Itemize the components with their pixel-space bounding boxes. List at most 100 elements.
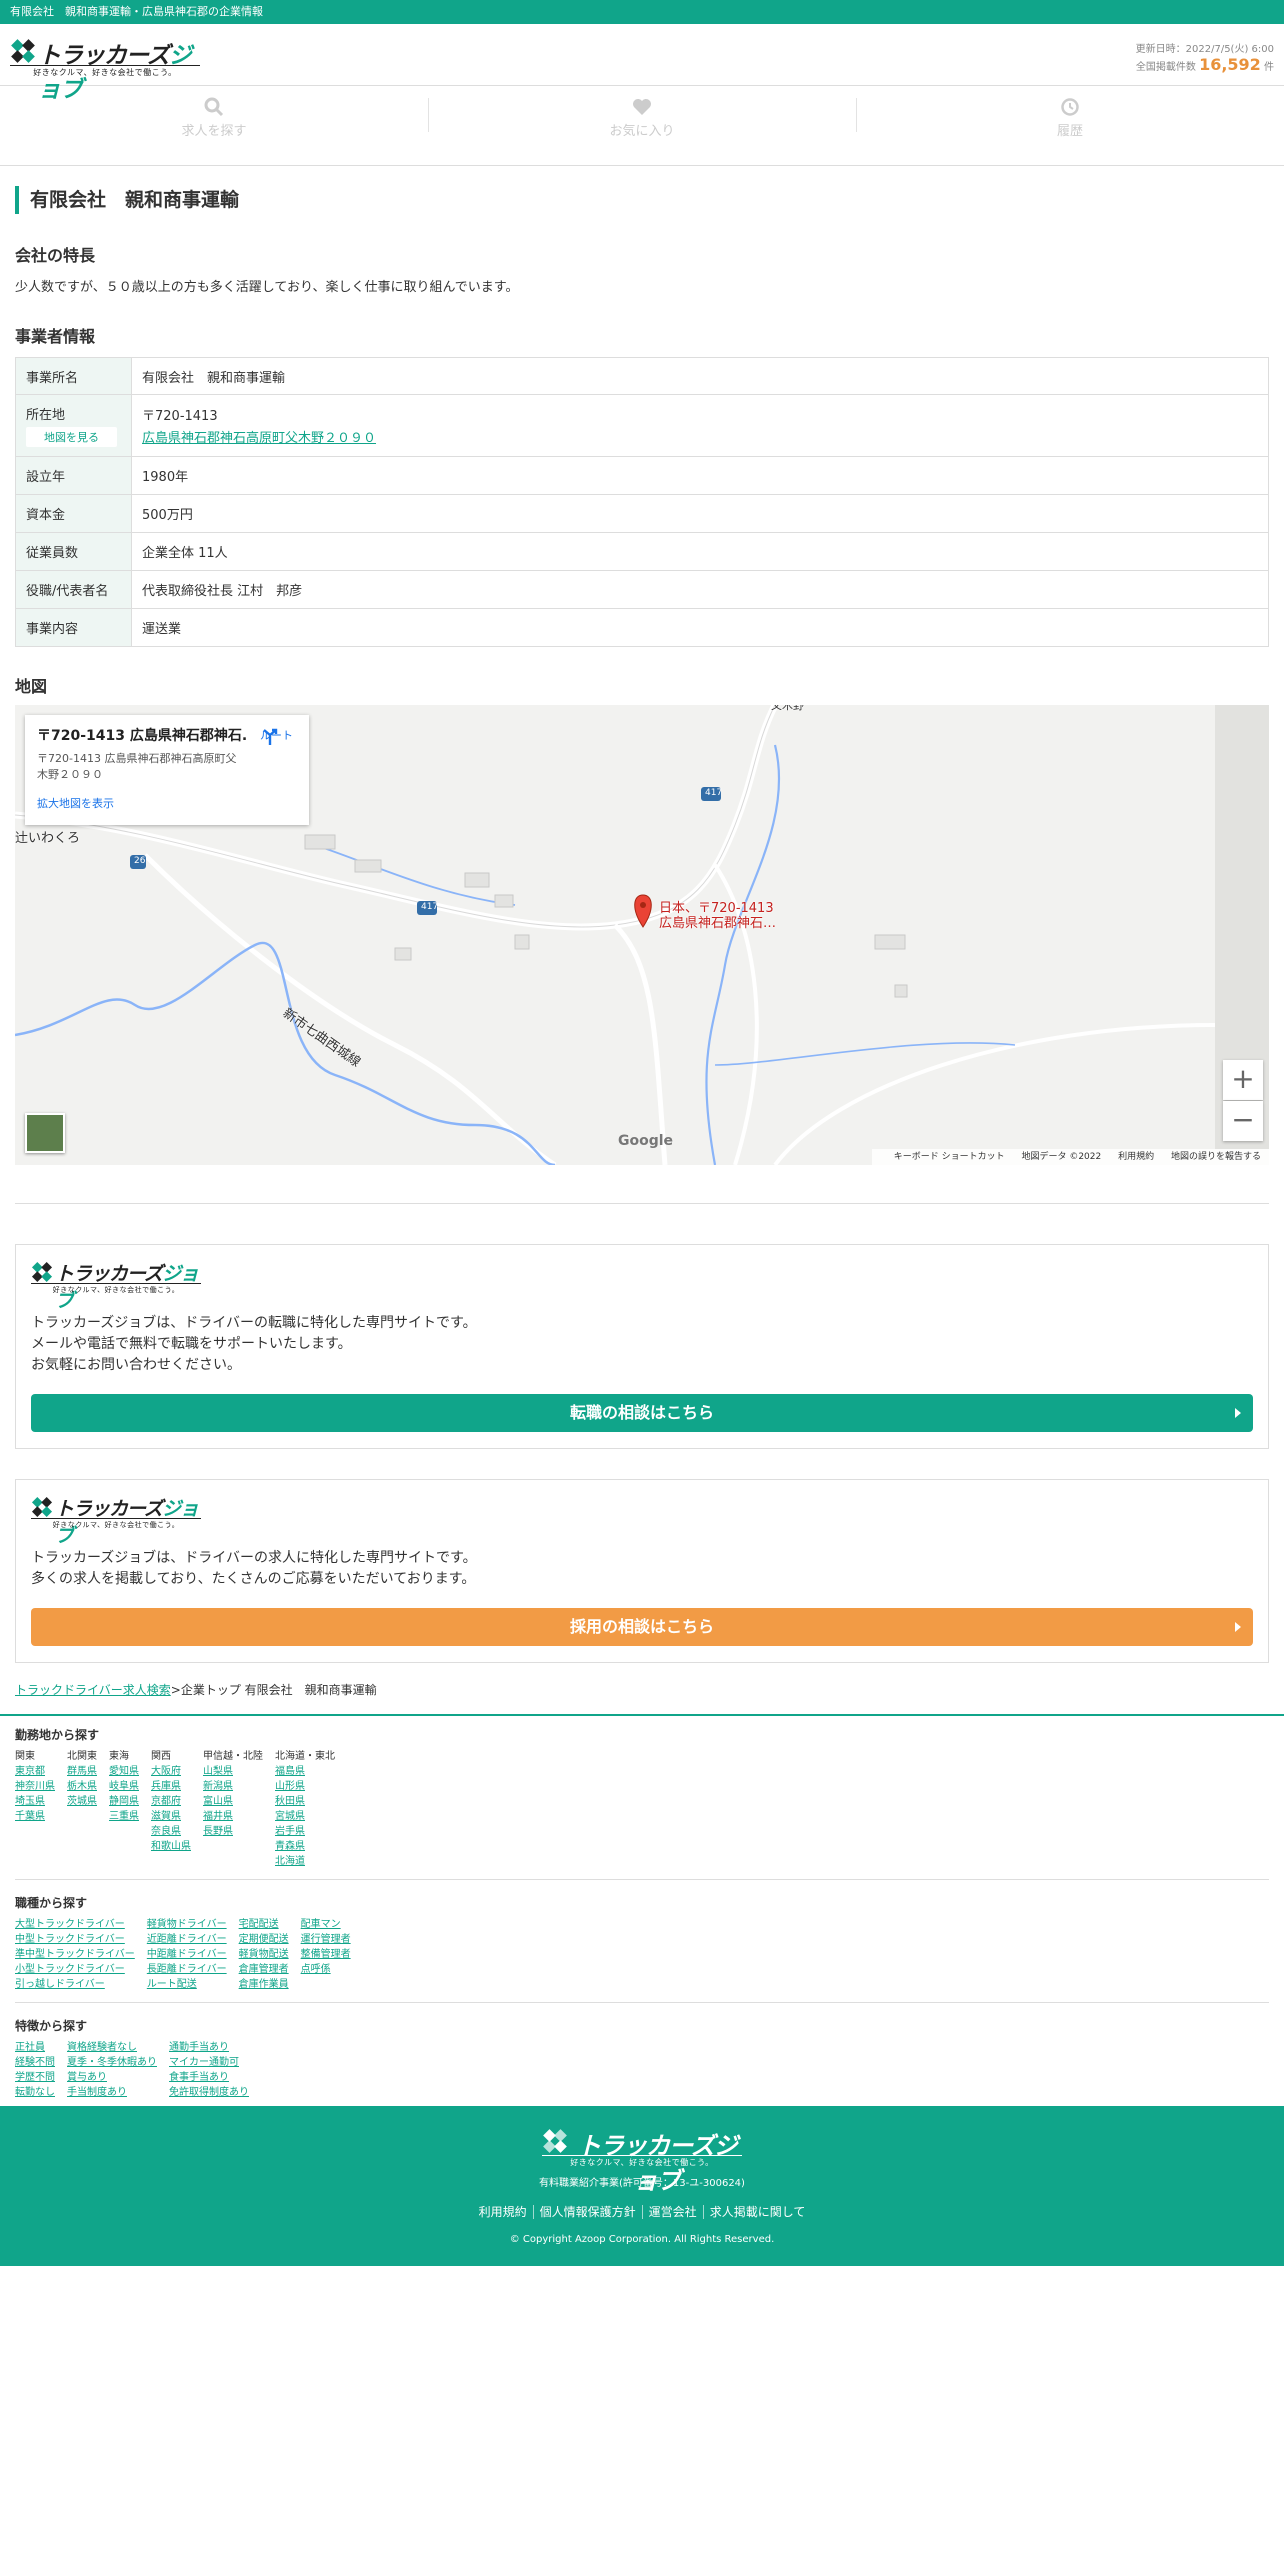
footer-link[interactable]: ルート配送 [147,1977,227,1992]
footer-link[interactable]: 岐阜県 [109,1779,139,1794]
footer-link[interactable]: 千葉県 [15,1809,55,1824]
career-consult-button[interactable]: 転職の相談はこちら [31,1394,1253,1432]
footer-link[interactable]: 東京都 [15,1764,55,1779]
footer-link[interactable]: 宅配配送 [239,1917,289,1932]
footer-link[interactable]: 富山県 [203,1794,263,1809]
footer-link[interactable]: 軽貨物ドライバー [147,1917,227,1932]
footer-link[interactable]: 中型トラックドライバー [15,1932,135,1947]
footer-link[interactable]: 夏季・冬季休暇あり [67,2055,157,2070]
zoom-out-button[interactable]: − [1223,1101,1263,1141]
terms-link[interactable]: 利用規約 [1118,1152,1154,1162]
history-icon [1061,98,1079,116]
footer-link[interactable]: 埼玉県 [15,1794,55,1809]
footer-link[interactable]: 和歌山県 [151,1839,191,1854]
footer-link[interactable]: 賞与あり [67,2070,157,2085]
footer-link[interactable]: 長野県 [203,1824,263,1839]
footer-link[interactable]: 定期便配送 [239,1932,289,1947]
satellite-toggle[interactable] [25,1113,65,1153]
listing-link[interactable]: 求人掲載に関して [702,2205,812,2219]
footer-link[interactable]: 京都府 [151,1794,191,1809]
promo-text: トラッカーズジョブは、ドライバーの転職に特化した専門サイトです。 メールや電話で… [31,1315,477,1373]
nav-history[interactable]: 履歴 [856,86,1284,165]
footer-link[interactable]: 茨城県 [67,1794,97,1809]
count-unit: 件 [1264,62,1274,73]
footer-link[interactable]: 三重県 [109,1809,139,1824]
route-button[interactable]: ルート [260,727,293,745]
keyboard-shortcuts-link[interactable]: キーボード ショートカット [894,1152,1005,1162]
footer-link[interactable]: 学歴不問 [15,2070,55,2085]
company-link[interactable]: 運営会社 [641,2205,703,2219]
footer-link[interactable]: 宮城県 [275,1809,335,1824]
footer-link[interactable]: 群馬県 [67,1764,97,1779]
footer-link[interactable]: 近距離ドライバー [147,1932,227,1947]
footer-link[interactable]: 資格経験者なし [67,2040,157,2055]
footer-link[interactable]: 岩手県 [275,1824,335,1839]
footer-link[interactable]: 中距離ドライバー [147,1947,227,1962]
footer-link[interactable]: 倉庫管理者 [239,1962,289,1977]
footer-link[interactable]: 長距離ドライバー [147,1962,227,1977]
nav-favorites[interactable]: お気に入り [428,86,856,165]
footer-link[interactable]: 滋賀県 [151,1809,191,1824]
footer-link[interactable]: 大阪府 [151,1764,191,1779]
footer-link[interactable]: 点呼係 [301,1962,351,1977]
footer-link[interactable]: 奈良県 [151,1824,191,1839]
breadcrumb-home-link[interactable]: トラックドライバー求人検索 [15,1683,171,1697]
footer-link[interactable]: 引っ越しドライバー [15,1977,135,1992]
link-column: 大型トラックドライバー 中型トラックドライバー 準中型トラックドライバー 小型トラック… [15,1917,135,1992]
hiring-consult-button[interactable]: 採用の相談はこちら [31,1608,1253,1646]
footer-link[interactable]: 大型トラックドライバー [15,1917,135,1932]
logo-diamond-icon [11,39,35,63]
promo-employer: トラッカーズジョブ 好きなクルマ、好きな会社で働こう。 トラッカーズジョブは、ド… [15,1479,1269,1663]
footer-link[interactable]: 準中型トラックドライバー [15,1947,135,1962]
footer-link[interactable]: 栃木県 [67,1779,97,1794]
footer-link[interactable]: 軽貨物配送 [239,1947,289,1962]
nav-search[interactable]: 求人を探す [0,86,428,165]
feature-section: 特徴から探す 正社員 経験不問 学歴不問 転勤なし 資格経験者なし 夏季・冬季休暇あり 賞与… [15,2017,1269,2110]
terms-link[interactable]: 利用規約 [473,2205,533,2219]
footer-link[interactable]: 食事手当あり [169,2070,249,2085]
link-column: 宅配配送 定期便配送 軽貨物配送 倉庫管理者 倉庫作業員 [239,1917,289,1992]
nav-search-label: 求人を探す [181,124,247,139]
footer-link[interactable]: 配車マン [301,1917,351,1932]
footer-link[interactable]: 福島県 [275,1764,335,1779]
footer-link[interactable]: 神奈川県 [15,1779,55,1794]
enlarge-map-link[interactable]: 拡大地図を表示 [37,795,297,811]
footer-link[interactable]: 小型トラックドライバー [15,1962,135,1977]
report-error-link[interactable]: 地図の誤りを報告する [1171,1152,1261,1162]
footer-link[interactable]: マイカー通勤可 [169,2055,249,2070]
footer-link[interactable]: 福井県 [203,1809,263,1824]
route-label-26: 26 [134,856,146,866]
google-map[interactable]: 417 417 26 辻いわくろ 新市七曲西城線 父木野 日本、〒720-141… [15,705,1269,1165]
table-row: 資本金 500万円 [15,494,1269,533]
footer-link[interactable]: 北海道 [275,1854,335,1869]
view-map-button[interactable]: 地図を見る [26,427,117,447]
footer-link[interactable]: 正社員 [15,2040,55,2055]
row-label: 所在地 [26,408,66,423]
footer-link[interactable]: 手当制度あり [67,2085,157,2100]
footer-link[interactable]: 青森県 [275,1839,335,1854]
logo-diamond-icon [543,2129,567,2153]
footer-link[interactable]: 免許取得制度あり [169,2085,249,2100]
footer-link[interactable]: 転勤なし [15,2085,55,2100]
footer-link[interactable]: 秋田県 [275,1794,335,1809]
footer-logo[interactable]: トラッカーズジョブ 好きなクルマ、好きな会社で働こう。 [542,2126,742,2195]
footer-link[interactable]: 経験不問 [15,2055,55,2070]
privacy-link[interactable]: 個人情報保護方針 [532,2205,642,2219]
footer-link[interactable]: 通勤手当あり [169,2040,249,2055]
column-heading: 東海 [109,1751,129,1762]
footer-link[interactable]: 倉庫作業員 [239,1977,289,1992]
map-data-text: 地図データ ©2022 [1021,1152,1102,1162]
footer-link[interactable]: 兵庫県 [151,1779,191,1794]
footer-link[interactable]: 山形県 [275,1779,335,1794]
footer-link[interactable]: 静岡県 [109,1794,139,1809]
address-link[interactable]: 広島県神石郡神石高原町父木野２０９０ [142,427,1258,446]
site-logo[interactable]: トラッカーズジョブ 好きなクルマ、好きな会社で働こう。 [10,36,200,103]
footer-link[interactable]: 運行管理者 [301,1932,351,1947]
heart-icon [633,99,651,115]
feature-heading: 特徴から探す [15,2019,88,2033]
footer-link[interactable]: 整備管理者 [301,1947,351,1962]
zoom-in-button[interactable]: + [1223,1060,1263,1100]
footer-link[interactable]: 新潟県 [203,1779,263,1794]
footer-link[interactable]: 山梨県 [203,1764,263,1779]
footer-link[interactable]: 愛知県 [109,1764,139,1779]
